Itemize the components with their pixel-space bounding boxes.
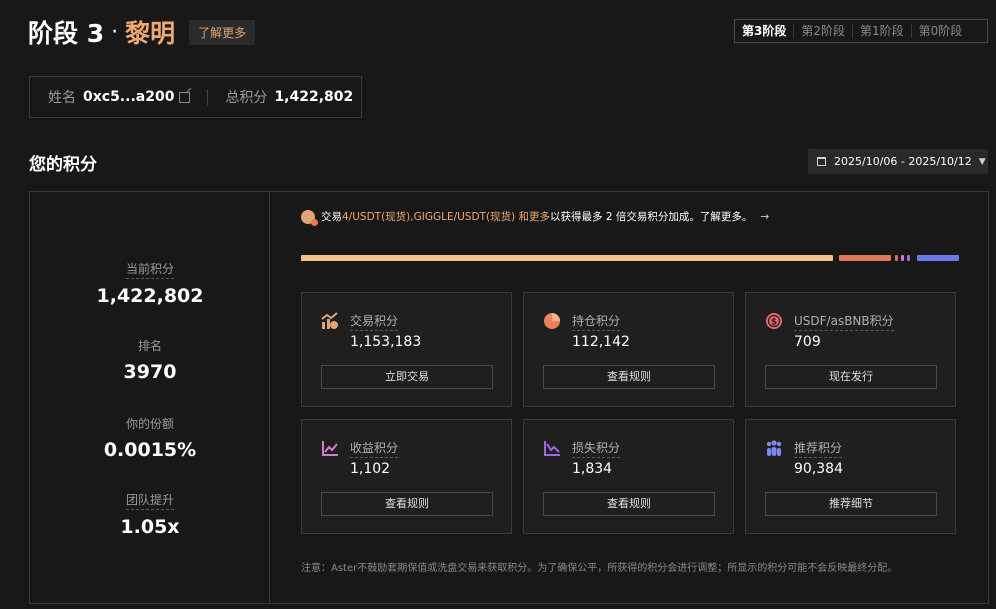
trade-now-button[interactable]: 立即交易 [321, 365, 493, 389]
total-points-value: 1,422,802 [274, 89, 354, 105]
name-label: 姓名 [48, 90, 76, 106]
progress-segment-loss [907, 255, 910, 261]
people-icon [766, 440, 782, 456]
promo-banner[interactable]: 交易 4/USDT(现货),GIGGLE/USDT(现货) 和更多 以获得最多 … [301, 209, 769, 226]
card-value: 709 [794, 334, 821, 350]
promo-text-post: 以获得最多 2 倍交易积分加成。了解更多。 [550, 211, 753, 223]
card-label: USDF/asBNB积分 [794, 312, 894, 331]
learn-more-button[interactable]: 了解更多 [189, 19, 256, 45]
view-rules-button[interactable]: 查看规则 [321, 492, 493, 516]
divider [207, 89, 209, 105]
chevron-down-icon: ▼ [978, 156, 986, 167]
card-loss-points: 损失积分 1,834 查看规则 [523, 419, 734, 534]
user-summary: 姓名 0xc5...a200 总积分 1,422,802 [29, 76, 362, 118]
title-separator: · [111, 19, 119, 45]
card-value: 1,102 [350, 461, 391, 477]
coin-boost-icon [301, 209, 318, 226]
promo-highlight[interactable]: 4/USDT(现货),GIGGLE/USDT(现货) 和更多 [342, 209, 550, 224]
dollar-coin-icon: $ [766, 313, 782, 329]
card-label: 收益积分 [350, 439, 399, 458]
date-range-value: 2025/10/06 - 2025/10/12 [834, 155, 972, 168]
points-panel: 当前积分 1,422,802 排名 3970 你的份额 0.0015% 团队提升… [29, 191, 989, 604]
edit-icon[interactable] [179, 91, 191, 103]
tab-stage-1[interactable]: 第1阶段 [852, 24, 911, 38]
stat-value: 1.05x [120, 516, 180, 538]
arrow-right-icon[interactable]: → [760, 211, 769, 223]
stats-column: 当前积分 1,422,802 排名 3970 你的份额 0.0015% 团队提升… [30, 192, 270, 603]
page-title: 阶段 3 · 黎明 了解更多 [28, 14, 256, 50]
progress-segment-profit [901, 255, 904, 261]
tab-stage-0[interactable]: 第0阶段 [910, 24, 970, 38]
stat-value: 1,422,802 [96, 285, 204, 307]
card-label: 持仓积分 [572, 312, 621, 331]
stat-team-boost: 团队提升 1.05x [30, 489, 270, 538]
stat-share: 你的份额 0.0015% [30, 413, 270, 461]
stat-label: 排名 [137, 339, 162, 353]
calendar-icon [817, 157, 826, 166]
card-profit-points: 收益积分 1,102 查看规则 [301, 419, 512, 534]
points-breakdown: 交易 4/USDT(现货),GIGGLE/USDT(现货) 和更多 以获得最多 … [271, 192, 988, 603]
tab-stage-3[interactable]: 第3阶段 [735, 24, 793, 38]
date-range-select[interactable]: 2025/10/06 - 2025/10/12 ▼ [808, 149, 988, 174]
stage-title: 阶段 3 [28, 19, 105, 48]
card-value: 1,153,183 [350, 334, 422, 350]
svg-text:$: $ [771, 318, 777, 328]
profit-chart-icon [322, 441, 338, 456]
name-value: 0xc5...a200 [83, 89, 175, 105]
card-label: 损失积分 [572, 439, 621, 458]
card-holding-points: 持仓积分 112,142 查看规则 [523, 292, 734, 407]
card-value: 90,384 [794, 461, 843, 477]
progress-segment-usdf [895, 255, 898, 261]
card-value: 112,142 [572, 334, 630, 350]
tab-stage-2[interactable]: 第2阶段 [793, 24, 852, 38]
card-referral-points: 推荐积分 90,384 推荐细节 [745, 419, 956, 534]
pie-chart-icon [544, 313, 560, 329]
stage-name: 黎明 [125, 19, 176, 48]
total-points-label: 总积分 [225, 90, 268, 106]
section-title: 您的积分 [29, 155, 97, 175]
card-trade-points: 交易积分 1,153,183 立即交易 [301, 292, 512, 407]
stat-rank: 排名 3970 [30, 335, 270, 383]
card-label: 推荐积分 [794, 439, 843, 458]
promo-text-pre: 交易 [321, 211, 342, 223]
stage-tabs: 第3阶段 第2阶段 第1阶段 第0阶段 [734, 19, 988, 43]
mint-now-button[interactable]: 现在发行 [765, 365, 937, 389]
stat-label: 当前积分 [125, 260, 174, 279]
disclaimer-note: 注意：Aster不鼓励套期保值或洗盘交易来获取积分。为了确保公平，所获得的积分会… [301, 563, 898, 574]
stat-label: 团队提升 [125, 491, 174, 510]
card-value: 1,834 [572, 461, 613, 477]
progress-segment-trade [301, 255, 833, 261]
loss-chart-icon [544, 441, 560, 456]
view-rules-button[interactable]: 查看规则 [543, 492, 715, 516]
referral-details-button[interactable]: 推荐细节 [765, 492, 937, 516]
trade-chart-icon [321, 312, 338, 329]
card-usdf-points: $ USDF/asBNB积分 709 现在发行 [745, 292, 956, 407]
progress-segment-referral [917, 255, 959, 261]
card-label: 交易积分 [350, 312, 399, 331]
stat-value: 0.0015% [103, 439, 197, 461]
view-rules-button[interactable]: 查看规则 [543, 365, 715, 389]
stat-current-points: 当前积分 1,422,802 [30, 258, 270, 307]
stat-label: 你的份额 [125, 417, 174, 431]
progress-segment-holding [839, 255, 891, 261]
stat-value: 3970 [123, 361, 177, 383]
